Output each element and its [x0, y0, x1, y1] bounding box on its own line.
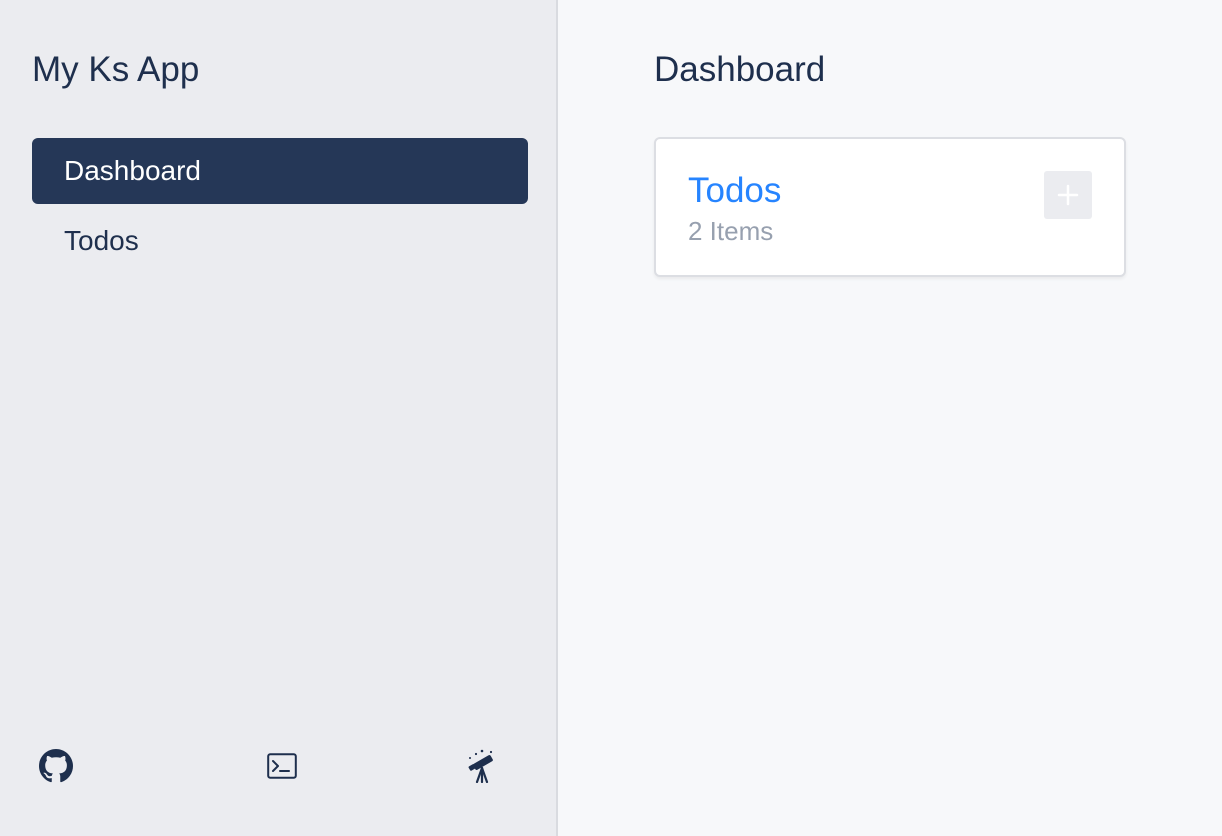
sidebar-footer — [32, 742, 528, 790]
card-title-link[interactable]: Todos — [688, 171, 781, 211]
app-title: My Ks App — [32, 50, 200, 89]
add-item-button[interactable] — [1044, 171, 1092, 219]
terminal-icon[interactable] — [258, 742, 306, 790]
app-root: My Ks App Dashboard Todos Dashboard Todo… — [0, 0, 1222, 836]
telescope-icon[interactable] — [458, 742, 506, 790]
sidebar-nav: Dashboard Todos — [32, 138, 528, 278]
page-title: Dashboard — [654, 50, 826, 89]
sidebar-item-todos[interactable]: Todos — [32, 208, 528, 274]
card-item-count: 2 Items — [688, 216, 774, 246]
list-card-todos: Todos 2 Items — [654, 137, 1126, 277]
sidebar-item-dashboard[interactable]: Dashboard — [32, 138, 528, 204]
plus-icon — [1057, 184, 1079, 206]
github-icon[interactable] — [32, 742, 80, 790]
sidebar: My Ks App Dashboard Todos — [0, 0, 558, 836]
main-content: Dashboard Todos 2 Items — [558, 0, 1222, 836]
